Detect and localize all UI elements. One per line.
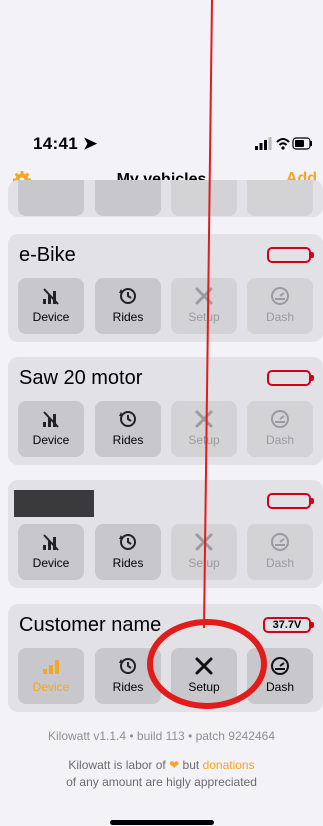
annotation-circle [147,619,267,709]
annotation-line [203,0,213,629]
annotation-overlay [147,0,267,709]
